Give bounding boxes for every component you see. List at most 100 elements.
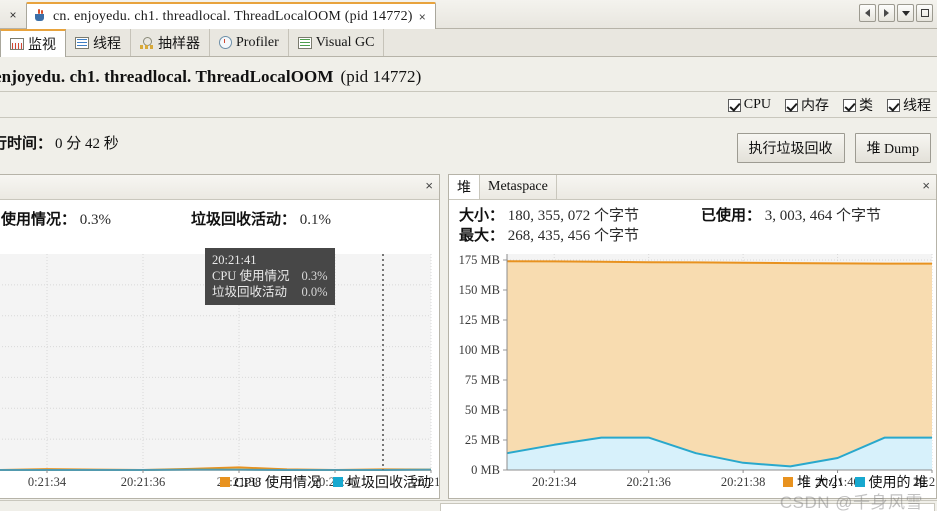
cpu-usage-value: 0.3% [79, 212, 112, 228]
svg-text:20:21:36: 20:21:36 [626, 475, 670, 489]
legend-label-cpu: CPU 使用情况 [234, 476, 321, 491]
legend-swatch-heap-size [783, 477, 793, 487]
action-button-row: 执行垃圾回收 堆 Dump [736, 133, 931, 163]
page-title-pid: (pid 14772) [340, 67, 422, 86]
heap-max-stat: 最大： 268, 435, 456 个字节 [459, 224, 639, 245]
heap-chart-canvas[interactable]: 0 MB 25 MB 50 MB 75 MB 100 MB 125 MB 150 MB 175… [449, 248, 936, 496]
document-tab-threadlocaloom[interactable]: cn. enjoyedu. ch1. threadlocal. ThreadLo… [26, 2, 436, 29]
legend-item-gc-activity: 垃圾回收活动 [333, 472, 431, 492]
gc-activity-stat: 垃圾回收活动： 0.1% [191, 208, 331, 229]
svg-text:125 MB: 125 MB [459, 313, 500, 327]
heap-chart[interactable]: 0 MB 25 MB 50 MB 75 MB 100 MB 125 MB 150 MB 175… [449, 248, 936, 496]
gc-activity-value: 0.1% [299, 212, 332, 228]
checkbox-classes-box[interactable] [843, 98, 856, 112]
checkbox-cpu[interactable]: CPU [727, 97, 771, 113]
page-title: enjoyedu. ch1. threadlocal. ThreadLocalO… [0, 63, 694, 91]
document-tab-label: cn. enjoyedu. ch1. threadlocal. ThreadLo… [53, 8, 413, 24]
uptime-value: 0 分 42 秒 [55, 135, 119, 152]
gc-activity-label: 垃圾回收活动： [191, 212, 297, 228]
tooltip-gc-value: 0.0% [301, 285, 328, 299]
heap-max-value: 268, 435, 456 [507, 228, 591, 244]
visualgc-icon [297, 36, 312, 49]
cpu-chart[interactable]: 0:21:3420:21:3620:21:3820:21:4020:21:4 2… [0, 248, 439, 496]
checkbox-threads-label: 线程 [903, 99, 931, 114]
tooltip-cpu-value: 0.3% [301, 269, 328, 283]
strip-close-icon[interactable]: × [5, 7, 21, 23]
checkbox-memory-box[interactable] [785, 98, 798, 112]
header-divider [0, 91, 937, 92]
heap-chart-legend: 堆 大小 使用的 堆 [783, 472, 928, 492]
tooltip-time: 20:21:41 [212, 253, 257, 267]
checkbox-classes-label: 类 [859, 99, 873, 114]
heap-panel-close-icon[interactable]: × [922, 179, 930, 192]
heap-used-label: 已使用： [701, 208, 762, 224]
checkbox-threads-box[interactable] [887, 98, 900, 112]
heap-size-stat: 大小： 180, 355, 072 个字节 [459, 204, 639, 225]
cpu-panel: × 使用情况： 0.3% 垃圾回收活动： 0.1% 0:21:34 20:21:3… [0, 174, 440, 499]
svg-text:20:21:34: 20:21:34 [532, 475, 577, 489]
header-divider-2 [0, 117, 937, 118]
window-controls [859, 4, 933, 22]
cpu-usage-stat: 使用情况： 0.3% [1, 208, 111, 229]
heap-tab-metaspace[interactable]: Metaspace [480, 175, 557, 199]
tab-monitor[interactable]: 监视 [0, 29, 66, 57]
page-title-main: enjoyedu. ch1. threadlocal. ThreadLocalO… [0, 67, 334, 86]
chevron-down-icon[interactable] [897, 4, 914, 22]
maximize-icon[interactable] [916, 4, 933, 22]
bottom-strip-inner [440, 503, 935, 511]
visualvm-window: × cn. enjoyedu. ch1. threadlocal. Thread… [0, 0, 937, 511]
legend-swatch-gc [333, 477, 343, 487]
tooltip-cpu-label: CPU 使用情况 [212, 269, 290, 283]
cpu-chart-legend: CPU 使用情况 垃圾回收活动 [220, 472, 431, 492]
heap-size-label: 大小： [459, 208, 505, 224]
forward-icon[interactable] [878, 4, 895, 22]
legend-item-heap-size: 堆 大小 [783, 472, 843, 492]
tab-threads-label: 线程 [93, 36, 121, 52]
heap-panel-stats: 大小： 180, 355, 072 个字节 最大： 268, 435, 456 … [449, 200, 936, 248]
tab-visual-gc-label: Visual GC [315, 34, 375, 50]
metrics-checkbox-row: CPU 内存 类 线程 [727, 94, 931, 116]
checkbox-classes[interactable]: 类 [843, 95, 873, 115]
heap-tab-heap[interactable]: 堆 [449, 175, 480, 199]
legend-label-heap-size: 堆 大小 [797, 476, 843, 491]
bottom-strip [0, 500, 937, 511]
cpu-panel-header: × [0, 175, 439, 200]
svg-text:0:21:34: 0:21:34 [28, 475, 67, 489]
tab-threads[interactable]: 线程 [66, 29, 131, 56]
perform-gc-button[interactable]: 执行垃圾回收 [736, 133, 845, 163]
checkbox-cpu-label: CPU [743, 97, 771, 112]
cpu-chart-tooltip: 20:21:41 CPU 使用情况 0.3% 垃圾回收活动 0.0% [205, 248, 335, 305]
svg-text:20:21:38: 20:21:38 [721, 475, 765, 489]
checkbox-memory-label: 内存 [801, 99, 829, 114]
svg-text:175 MB: 175 MB [459, 253, 500, 267]
sampler-icon [140, 36, 154, 49]
close-icon[interactable]: × [418, 11, 427, 23]
svg-text:20:21:36: 20:21:36 [121, 475, 165, 489]
heap-dump-button[interactable]: 堆 Dump [854, 133, 931, 163]
java-cup-icon [33, 9, 48, 24]
cpu-usage-label: 使用情况： [1, 212, 77, 228]
tab-sampler-label: 抽样器 [158, 36, 200, 52]
svg-text:150 MB: 150 MB [459, 283, 500, 297]
tab-profiler[interactable]: Profiler [210, 29, 289, 56]
heap-max-unit: 个字节 [594, 228, 640, 244]
legend-swatch-heap-used [854, 477, 865, 487]
checkbox-memory[interactable]: 内存 [785, 95, 829, 115]
profiler-icon [219, 36, 232, 49]
svg-text:25 MB: 25 MB [465, 433, 500, 447]
checkbox-cpu-box[interactable] [727, 98, 741, 112]
legend-swatch-cpu [220, 477, 231, 487]
legend-item-cpu-usage: CPU 使用情况 [220, 472, 321, 492]
back-icon[interactable] [859, 4, 876, 22]
legend-label-gc: 垃圾回收活动 [347, 476, 431, 491]
heap-used-unit: 个字节 [836, 208, 882, 224]
legend-label-heap-used: 使用的 堆 [868, 476, 929, 491]
threads-icon [75, 36, 89, 49]
tab-sampler[interactable]: 抽样器 [131, 29, 210, 56]
checkbox-threads[interactable]: 线程 [887, 95, 931, 115]
heap-used-value: 3, 003, 464 [764, 208, 833, 224]
tab-visual-gc[interactable]: Visual GC [289, 29, 385, 56]
svg-text:100 MB: 100 MB [459, 343, 500, 357]
cpu-panel-close-icon[interactable]: × [425, 179, 433, 192]
heap-used-stat: 已使用： 3, 003, 464 个字节 [701, 204, 881, 225]
